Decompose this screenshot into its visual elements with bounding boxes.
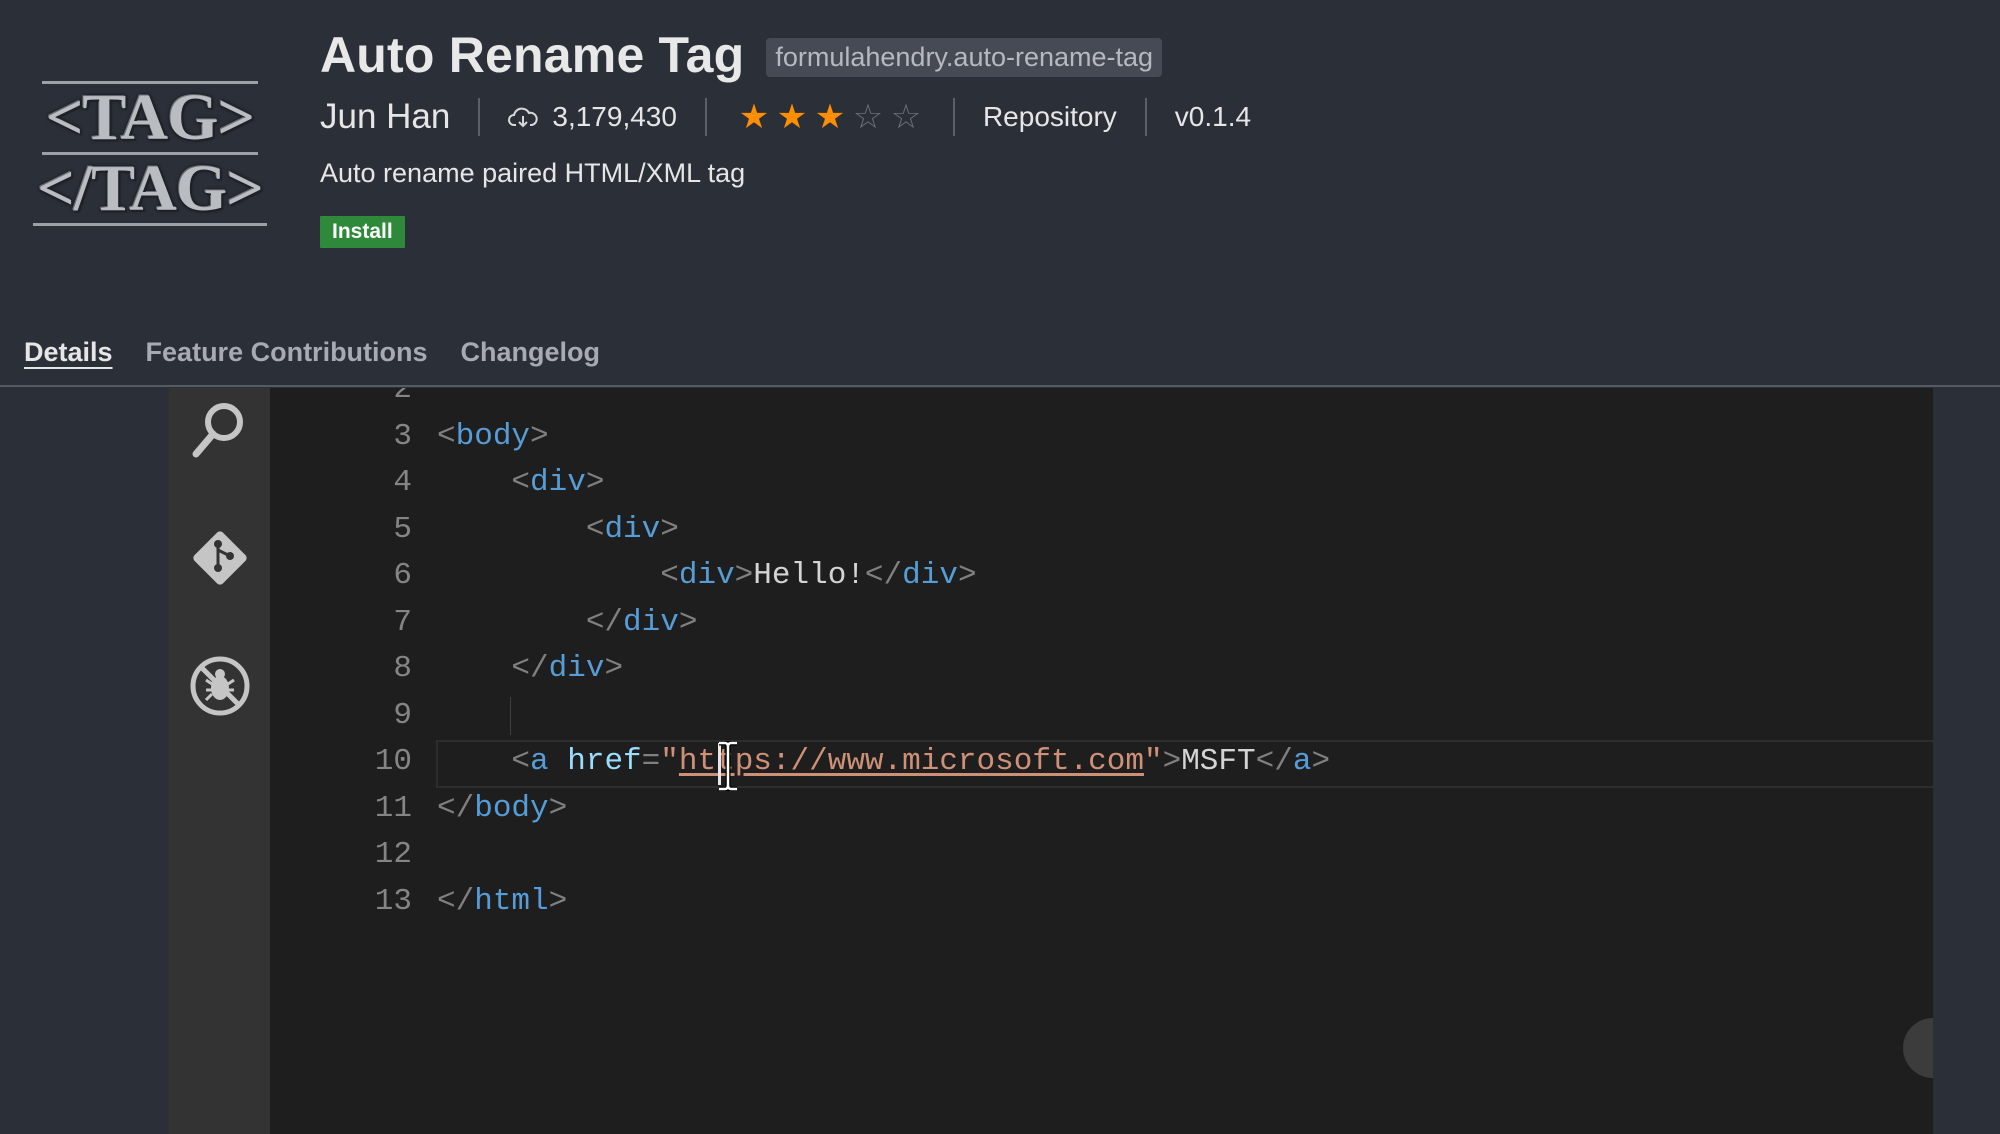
tabs-divider <box>0 385 2000 387</box>
debug-icon[interactable] <box>180 646 260 726</box>
code-line[interactable]: 8 </div> <box>270 646 1933 692</box>
line-number: 2 <box>393 388 412 407</box>
code-line[interactable]: 7 </div> <box>270 600 1933 646</box>
meta-divider <box>704 98 707 136</box>
code-line[interactable]: 10 <a href="https://www.microsoft.com">M… <box>270 739 1933 788</box>
extension-description: Auto rename paired HTML/XML tag <box>320 158 746 188</box>
code-text: <div> <box>585 511 679 547</box>
install-count: 3,179,430 <box>508 101 677 133</box>
search-icon[interactable] <box>180 390 260 470</box>
meta-divider <box>478 98 481 136</box>
tab-feature-contributions[interactable]: Feature Contributions <box>146 334 428 374</box>
ibeam-cursor-icon <box>719 741 737 791</box>
repository-link[interactable]: Repository <box>983 101 1117 133</box>
line-number: 4 <box>393 465 412 500</box>
line-number: 8 <box>393 651 412 686</box>
code-text: </html> <box>437 883 568 919</box>
install-button[interactable]: Install <box>320 216 405 248</box>
version-label: v0.1.4 <box>1174 101 1252 132</box>
line-number: 7 <box>393 604 412 640</box>
code-line[interactable]: 3 <body> <box>270 414 1933 460</box>
extension-identifier: formulahendry.auto-rename-tag <box>766 37 1163 77</box>
line-number: 5 <box>393 511 412 547</box>
source-control-icon[interactable] <box>180 518 260 598</box>
code-line[interactable]: 13 </html> <box>270 879 1933 925</box>
extension-name: Auto Rename Tag <box>320 27 745 83</box>
line-number: 12 <box>374 837 412 872</box>
logo-line-close: </TAG> <box>33 154 267 226</box>
extension-logo: <TAG> </TAG> <box>33 72 267 234</box>
activity-bar <box>169 388 270 1134</box>
code-line[interactable]: 9 <box>270 693 1933 739</box>
tab-changelog[interactable]: Changelog <box>461 334 601 374</box>
code-text: </div> <box>511 651 624 686</box>
demo-animation: 2 3 <body> 4 <div> 5 <div> 6 <div>Hello!</div… <box>169 388 1933 1134</box>
code-text: <div>Hello!</div> <box>660 558 977 593</box>
code-text: </body> <box>437 790 568 826</box>
line-number: 3 <box>393 418 412 454</box>
line-number: 9 <box>393 697 412 733</box>
meta-row: Jun Han 3,179,430 ★ ★ ★ ☆ ☆ Repository v0.1.… <box>320 92 1251 142</box>
star-filled-icon: ★ <box>738 98 770 136</box>
tab-details[interactable]: Details <box>24 334 113 374</box>
star-filled-icon: ★ <box>814 98 846 136</box>
line-number: 6 <box>393 558 412 593</box>
code-text: </div> <box>585 604 698 640</box>
code-line[interactable]: 11 </body> <box>270 786 1933 832</box>
code-line[interactable]: 2 <box>270 388 1933 413</box>
title-row: Auto Rename Tag formulahendry.auto-renam… <box>320 26 1163 84</box>
line-number: 10 <box>374 744 412 779</box>
star-empty-icon: ☆ <box>852 98 884 136</box>
code-line[interactable]: 4 <div> <box>270 460 1933 506</box>
star-filled-icon: ★ <box>776 98 808 136</box>
star-empty-icon: ☆ <box>890 98 922 136</box>
extension-header: <TAG> </TAG> Auto Rename Tag formulahend… <box>0 0 2000 310</box>
cloud-download-icon <box>508 107 539 128</box>
details-tabs: Details Feature Contributions Changelog <box>24 334 633 374</box>
code-editor[interactable]: 2 3 <body> 4 <div> 5 <div> 6 <div>Hello!</div… <box>270 388 1933 1134</box>
logo-line-open: <TAG> <box>41 80 259 155</box>
line-number: 11 <box>374 790 412 826</box>
code-text: <a href="https://www.microsoft.com">MSFT… <box>511 744 1331 779</box>
meta-divider <box>1144 98 1147 136</box>
install-count-value: 3,179,430 <box>552 101 677 132</box>
code-text: <body> <box>437 418 549 454</box>
rating-stars[interactable]: ★ ★ ★ ☆ ☆ <box>735 97 925 137</box>
meta-divider <box>952 98 955 136</box>
indent-guide <box>510 696 511 735</box>
code-line[interactable]: 6 <div>Hello!</div> <box>270 553 1933 599</box>
code-line[interactable]: 12 <box>270 832 1933 878</box>
code-text: <div> <box>511 465 605 500</box>
publisher-link[interactable]: Jun Han <box>320 97 450 137</box>
code-line[interactable]: 5 <div> <box>270 507 1933 553</box>
line-number: 13 <box>374 883 412 919</box>
